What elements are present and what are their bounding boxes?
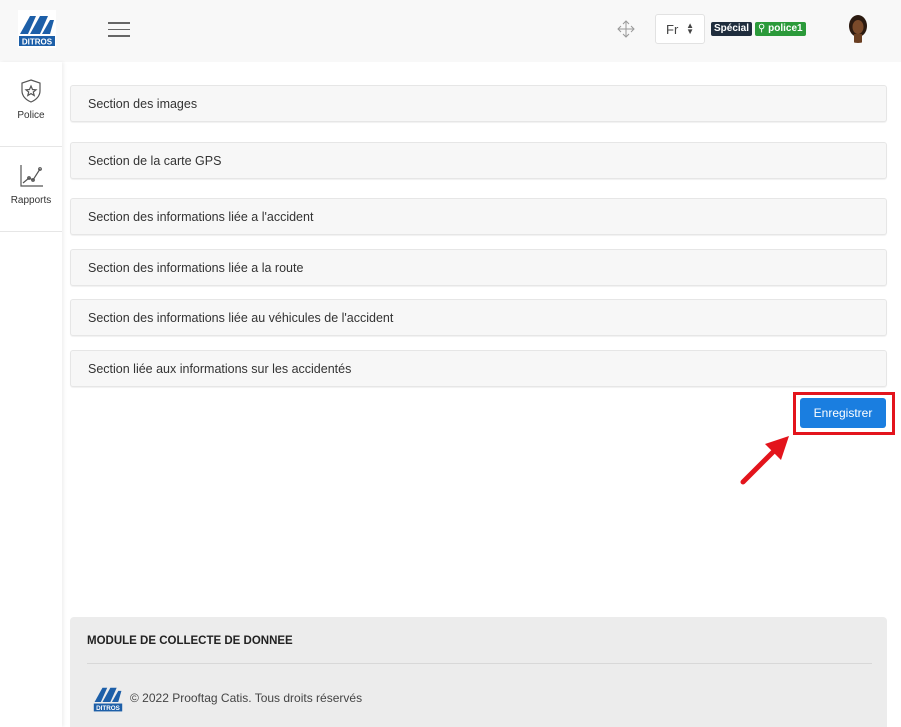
annotation-arrow-icon (740, 436, 789, 485)
user-icon: ⚲ (758, 23, 766, 34)
user-badge-label: police1 (768, 23, 803, 34)
section-road-info[interactable]: Section des informations liée a la route (70, 249, 887, 286)
user-badge: ⚲ police1 (755, 22, 806, 36)
sidebar-item-rapports[interactable]: Rapports (0, 147, 62, 232)
footer-divider (87, 663, 872, 664)
select-caret-icon: ▲ ▼ (686, 21, 694, 36)
special-badge: Spécial (711, 22, 753, 36)
move-arrows-icon[interactable] (617, 20, 635, 38)
top-bar: DITROS Fr ▲ ▼ Spécial ⚲ police1 (0, 0, 901, 62)
sidebar-item-label: Police (17, 110, 45, 121)
language-select[interactable]: Fr ▲ ▼ (655, 14, 705, 44)
language-select-value: Fr (666, 21, 679, 37)
footer: MODULE DE COLLECTE DE DONNEE DITROS © 20… (70, 617, 887, 727)
section-images[interactable]: Section des images (70, 85, 887, 122)
section-accident-info[interactable]: Section des informations liée a l'accide… (70, 198, 887, 235)
shield-star-icon (18, 78, 44, 104)
svg-text:DITROS: DITROS (96, 705, 120, 712)
svg-text:DITROS: DITROS (22, 38, 53, 47)
section-victims-info[interactable]: Section liée aux informations sur les ac… (70, 350, 887, 387)
footer-copyright: © 2022 Prooftag Catis. Tous droits réser… (130, 691, 363, 705)
section-vehicle-info[interactable]: Section des informations liée au véhicul… (70, 299, 887, 336)
save-button[interactable]: Enregistrer (800, 398, 886, 428)
sidebar-item-label: Rapports (10, 195, 52, 206)
hamburger-menu-icon[interactable] (108, 22, 130, 38)
line-chart-icon (18, 163, 44, 189)
ditros-logo[interactable]: DITROS (18, 10, 56, 48)
sidebar: Police Rapports (0, 62, 62, 727)
sidebar-item-police[interactable]: Police (0, 62, 62, 147)
footer-logo: DITROS (92, 683, 124, 713)
section-gps-map[interactable]: Section de la carte GPS (70, 142, 887, 179)
footer-title: MODULE DE COLLECTE DE DONNEE (87, 635, 293, 647)
avatar[interactable] (843, 13, 873, 43)
